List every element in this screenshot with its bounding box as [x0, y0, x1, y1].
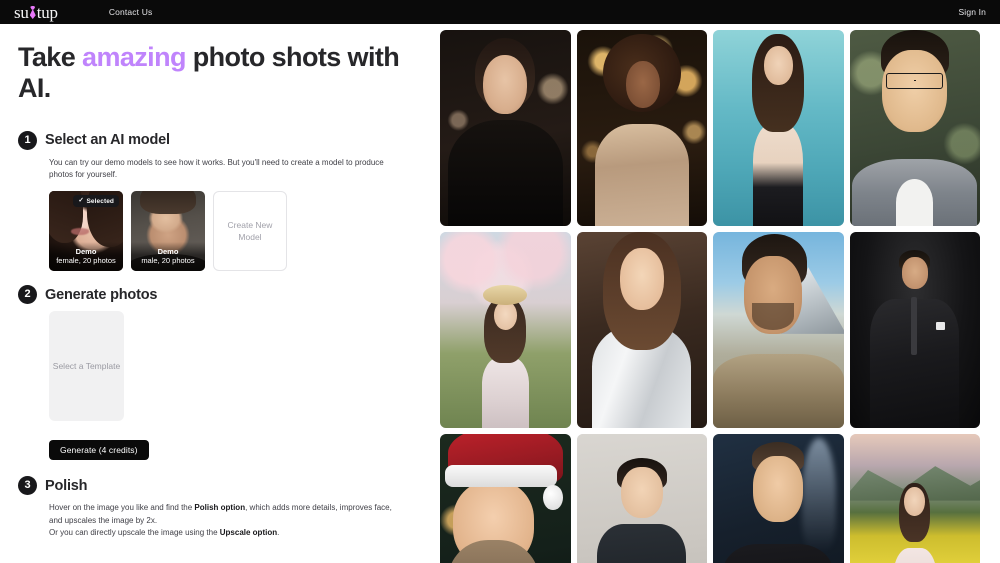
gallery-tile[interactable] — [440, 434, 571, 563]
hero-title-accent: amazing — [82, 42, 186, 72]
gallery-tile[interactable] — [849, 434, 980, 563]
step-3-title: Polish — [45, 477, 88, 494]
nav-right-group: Sign In — [958, 7, 986, 17]
step-2-header: 2 Generate photos — [18, 285, 413, 305]
polish-option-label: Polish option — [194, 503, 246, 513]
polish-desc-line-2: Or you can directly upscale the image us… — [49, 527, 404, 539]
step-1-badge: 1 — [18, 130, 37, 150]
step-3-description: Hover on the image you like and find the… — [49, 502, 404, 539]
step-1-header: 1 Select an AI model — [18, 130, 413, 150]
left-panel: Take amazing photo shots with AI. 1 Sele… — [0, 24, 435, 563]
gallery-tile[interactable] — [849, 232, 980, 428]
gallery-tile[interactable] — [713, 434, 844, 563]
step-2-title: Generate photos — [45, 286, 158, 303]
page-title: Take amazing photo shots with AI. — [18, 42, 413, 105]
check-icon: ✓ — [78, 197, 84, 205]
select-template-placeholder[interactable]: Select a Template — [49, 311, 124, 422]
gallery-tile[interactable] — [576, 232, 707, 428]
polish-desc-line-1: Hover on the image you like and find the… — [49, 502, 404, 527]
model-card-demo-male[interactable]: Demo male, 20 photos — [131, 191, 205, 272]
gallery-tile[interactable] — [576, 30, 707, 226]
model-card-demo-female[interactable]: ✓ Selected Demo female, 20 photos — [49, 191, 123, 272]
gallery-tile[interactable] — [440, 232, 571, 428]
model-card-label-male: Demo male, 20 photos — [131, 241, 205, 272]
step-2-body: Select a Template Generate (4 credits) — [18, 311, 413, 461]
gallery-tile[interactable] — [576, 434, 707, 563]
gallery-tile[interactable] — [440, 30, 571, 226]
model-meta-female: female, 20 photos — [56, 256, 116, 266]
step-3-badge: 3 — [18, 476, 37, 496]
app-root: su tup Contact Us Sign In Take amazing p… — [0, 0, 1000, 563]
step-polish: 3 Polish Hover on the image you like and… — [18, 476, 413, 539]
step-select-model: 1 Select an AI model You can try our dem… — [18, 130, 413, 272]
step-2-badge: 2 — [18, 285, 37, 305]
model-name-male: Demo — [157, 246, 179, 256]
gallery-tile[interactable] — [849, 30, 980, 226]
logo-text-left: su — [14, 2, 29, 22]
upscale-option-label: Upscale option — [219, 528, 278, 538]
nav-links: Contact Us — [109, 7, 153, 17]
logo-text-right: tup — [36, 2, 58, 22]
photo-gallery-grid — [435, 24, 1000, 563]
create-new-model-button[interactable]: Create New Model — [213, 191, 287, 272]
step-generate-photos: 2 Generate photos Select a Template Gene… — [18, 285, 413, 461]
step-3-body: Hover on the image you like and find the… — [18, 502, 413, 539]
model-card-label-female: Demo female, 20 photos — [49, 241, 123, 272]
gallery-tile[interactable] — [713, 30, 844, 226]
sign-in-link[interactable]: Sign In — [958, 7, 986, 17]
selected-badge-label: Selected — [86, 197, 114, 205]
body-split: Take amazing photo shots with AI. 1 Sele… — [0, 24, 1000, 563]
status-badge-selected: ✓ Selected — [73, 195, 119, 208]
necktie-icon — [29, 4, 37, 21]
model-meta-male: male, 20 photos — [141, 256, 195, 266]
nav-link-contact-us[interactable]: Contact Us — [109, 7, 153, 17]
polish-line2-a: Or you can directly upscale the image us… — [49, 528, 220, 538]
top-navbar: su tup Contact Us Sign In — [0, 0, 1000, 24]
step-1-title: Select an AI model — [45, 132, 170, 149]
step-1-description: You can try our demo models to see how i… — [49, 157, 384, 180]
model-name-female: Demo — [75, 246, 97, 256]
hero-title-part1: Take — [18, 42, 83, 72]
gallery-tile[interactable] — [713, 232, 844, 428]
step-3-header: 3 Polish — [18, 476, 413, 496]
polish-line2-c: . — [277, 528, 280, 538]
brand-logo[interactable]: su tup — [14, 4, 58, 21]
model-card-list: ✓ Selected Demo female, 20 photos Demo m… — [49, 191, 413, 272]
step-1-body: You can try our demo models to see how i… — [18, 157, 413, 272]
generate-button[interactable]: Generate (4 credits) — [49, 440, 149, 461]
polish-line1-a: Hover on the image you like and find the — [49, 503, 195, 513]
